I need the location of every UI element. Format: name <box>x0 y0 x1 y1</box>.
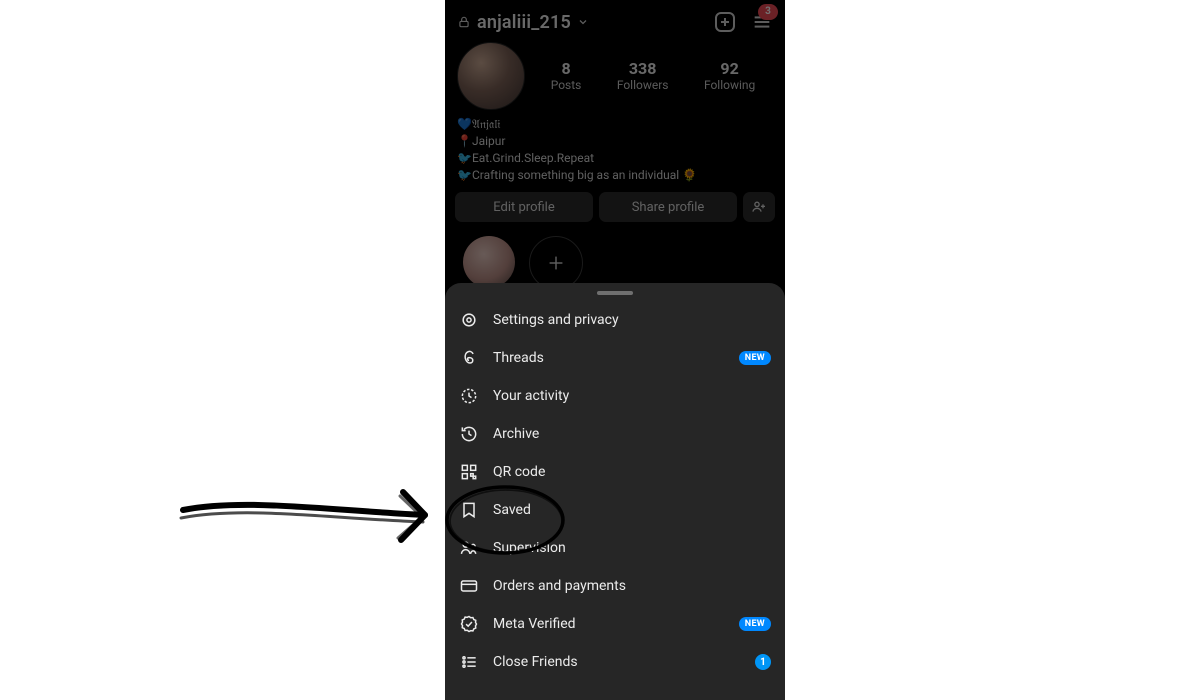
edit-profile-button[interactable]: Edit profile <box>455 192 593 222</box>
create-icon[interactable] <box>713 10 737 34</box>
stat-posts[interactable]: 8 Posts <box>551 60 582 92</box>
menu-item-archive[interactable]: Archive <box>445 415 785 453</box>
menu-label: Close Friends <box>493 654 755 670</box>
menu-item-saved[interactable]: Saved <box>445 491 785 529</box>
add-person-icon <box>751 199 767 215</box>
menu-label: Your activity <box>493 388 771 404</box>
menu-item-close-friends[interactable]: Close Friends 1 <box>445 643 785 681</box>
highlight-add-button[interactable] <box>529 236 583 290</box>
close-friends-icon <box>459 652 479 672</box>
card-icon <box>459 576 479 596</box>
drag-handle[interactable] <box>597 291 633 295</box>
chevron-down-icon[interactable] <box>577 16 589 28</box>
stat-posts-number: 8 <box>551 60 582 78</box>
menu-label: Supervision <box>493 540 771 556</box>
canvas: anjaliii_215 3 8 Posts 338 Followers 92 <box>0 0 1200 700</box>
profile-bio: 💙𝔄𝔫𝔧𝔞𝔩𝔦 📍Jaipur 🐦Eat.Grind.Sleep.Repeat … <box>445 110 785 192</box>
verified-icon <box>459 614 479 634</box>
profile-buttons: Edit profile Share profile <box>445 192 785 222</box>
username-label[interactable]: anjaliii_215 <box>477 12 571 33</box>
menu-label: Orders and payments <box>493 578 771 594</box>
bio-line: 📍Jaipur <box>457 133 773 150</box>
lock-icon <box>457 15 471 29</box>
menu-item-orders[interactable]: Orders and payments <box>445 567 785 605</box>
menu-item-verified[interactable]: Meta Verified NEW <box>445 605 785 643</box>
profile-header: anjaliii_215 3 <box>445 0 785 42</box>
menu-label: Meta Verified <box>493 616 739 632</box>
stat-following[interactable]: 92 Following <box>704 60 755 92</box>
stat-following-number: 92 <box>704 60 755 78</box>
menu-label: Settings and privacy <box>493 312 771 328</box>
menu-label: Threads <box>493 350 739 366</box>
stat-posts-label: Posts <box>551 78 582 92</box>
menu-label: Archive <box>493 426 771 442</box>
avatar[interactable] <box>457 42 525 110</box>
supervision-icon <box>459 538 479 558</box>
highlight-item[interactable] <box>463 236 515 288</box>
qrcode-icon <box>459 462 479 482</box>
bottom-sheet: Settings and privacy Threads NEW Your ac… <box>445 283 785 700</box>
stat-following-label: Following <box>704 78 755 92</box>
highlights-row <box>445 222 785 290</box>
bio-line: 💙𝔄𝔫𝔧𝔞𝔩𝔦 <box>457 116 773 133</box>
menu-item-activity[interactable]: Your activity <box>445 377 785 415</box>
phone-screen: anjaliii_215 3 8 Posts 338 Followers 92 <box>445 0 785 700</box>
menu-item-supervision[interactable]: Supervision <box>445 529 785 567</box>
menu-item-threads[interactable]: Threads NEW <box>445 339 785 377</box>
bookmark-icon <box>459 500 479 520</box>
bio-line: 🐦Crafting something big as an individual… <box>457 167 773 184</box>
notif-badge: 3 <box>758 4 778 20</box>
new-badge: NEW <box>739 617 771 631</box>
new-badge: NEW <box>739 351 771 365</box>
profile-stats-row: 8 Posts 338 Followers 92 Following <box>445 42 785 110</box>
menu-item-settings[interactable]: Settings and privacy <box>445 301 785 339</box>
count-badge: 1 <box>755 654 771 670</box>
stat-followers[interactable]: 338 Followers <box>617 60 669 92</box>
menu-label: Saved <box>493 502 771 518</box>
threads-icon <box>459 348 479 368</box>
annotation-arrow <box>175 470 455 570</box>
plus-icon <box>545 252 567 274</box>
menu-item-qrcode[interactable]: QR code <box>445 453 785 491</box>
activity-icon <box>459 386 479 406</box>
gear-icon <box>459 310 479 330</box>
stat-followers-number: 338 <box>617 60 669 78</box>
stat-followers-label: Followers <box>617 78 669 92</box>
bio-line: 🐦Eat.Grind.Sleep.Repeat <box>457 150 773 167</box>
discover-people-button[interactable] <box>743 192 775 222</box>
archive-icon <box>459 424 479 444</box>
menu-label: QR code <box>493 464 771 480</box>
share-profile-button[interactable]: Share profile <box>599 192 737 222</box>
